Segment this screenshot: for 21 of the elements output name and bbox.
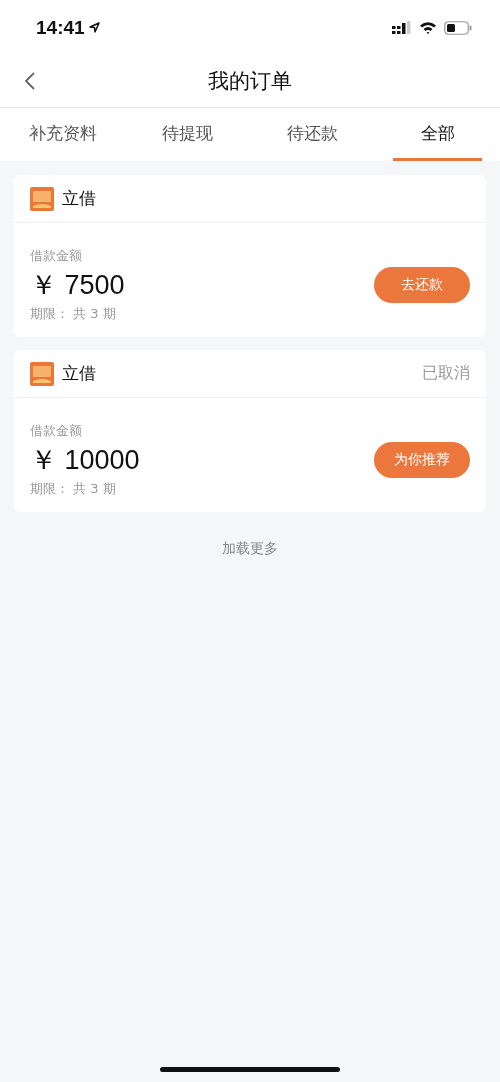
- tab[interactable]: 待提现: [143, 108, 232, 161]
- brand-logo-icon: [30, 361, 54, 386]
- brand-name: 立借: [62, 187, 96, 210]
- brand-name: 立借: [62, 362, 96, 385]
- loan-amount: ￥ 10000: [30, 444, 140, 477]
- location-arrow-icon: [88, 22, 100, 33]
- tab[interactable]: 全部: [393, 108, 482, 161]
- loan-amount: ￥ 7500: [30, 269, 125, 302]
- page-title: 我的订单: [208, 68, 292, 95]
- battery-icon: [444, 20, 472, 35]
- loan-term: 期限： 共 3 期: [30, 305, 117, 323]
- brand-logo-icon: [30, 186, 54, 211]
- tab[interactable]: 待还款: [268, 108, 357, 161]
- wifi-icon: [419, 21, 437, 34]
- amount-label: 借款金额: [30, 422, 83, 440]
- order-status: 已取消: [422, 363, 470, 384]
- loan-term: 期限： 共 3 期: [30, 480, 117, 498]
- tab[interactable]: 补充资料: [18, 108, 107, 161]
- status-time: 14:41: [36, 16, 85, 39]
- amount-label: 借款金额: [30, 247, 83, 265]
- signal-icon: [392, 21, 412, 34]
